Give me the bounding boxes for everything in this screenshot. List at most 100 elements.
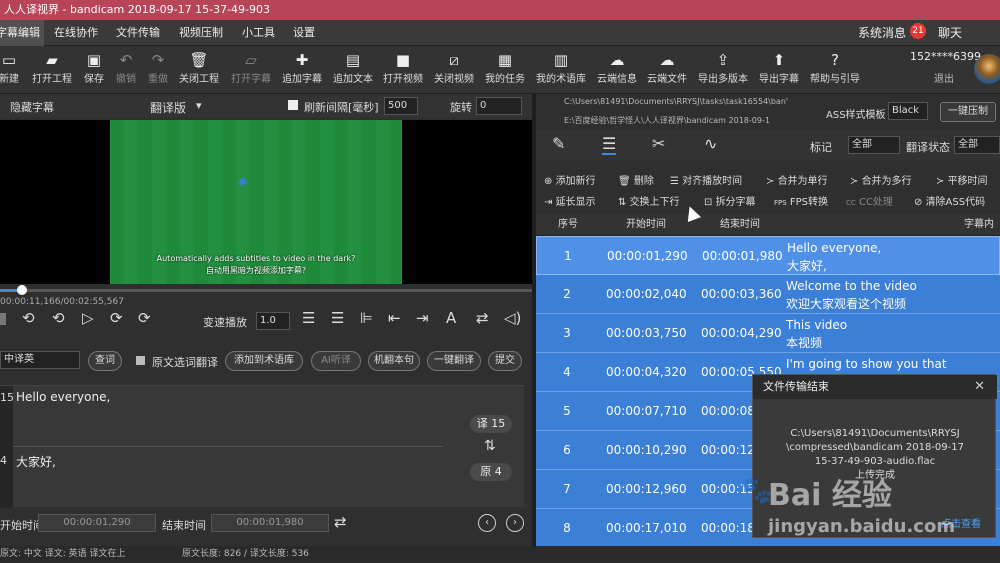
add-line-button[interactable]: ⊕ 添加新行 <box>544 172 596 187</box>
seek-handle[interactable] <box>17 285 27 295</box>
prev-icon[interactable]: ‹ <box>478 514 496 532</box>
clear-ass-button[interactable]: ⊘ 清除ASS代码 <box>914 193 985 208</box>
redo-button[interactable]: ↷ 重做 <box>144 50 172 90</box>
chat-button[interactable]: 聊天 <box>938 20 962 46</box>
undo-button[interactable]: ↶ 撤销 <box>112 50 140 90</box>
align-center-icon[interactable]: ☰ <box>331 309 344 327</box>
split-subtitle-button[interactable]: ⊡ 拆分字幕 <box>704 193 756 208</box>
translation-line-pill[interactable]: 译 15 <box>470 415 512 433</box>
swap-lines-button[interactable]: ⇅ 交换上下行 <box>618 193 680 208</box>
save-button[interactable]: ▣ 保存 <box>80 50 108 90</box>
shift-left-icon[interactable]: ⇤ <box>388 309 401 327</box>
help-button[interactable]: ? 帮助与引导 <box>809 50 861 90</box>
lookup-button[interactable]: 查词 <box>88 351 122 371</box>
original-line-pill[interactable]: 原 4 <box>470 463 512 481</box>
next-icon[interactable]: › <box>506 514 524 532</box>
align-time-button[interactable]: ☰ 对齐播放时间 <box>670 172 742 187</box>
seek-bar[interactable] <box>0 285 532 295</box>
forward-icon[interactable]: ⟳ <box>110 309 123 327</box>
cc-process-button[interactable]: CC CC处理 <box>846 193 893 208</box>
hide-subtitles-label[interactable]: 隐藏字幕 <box>10 99 54 115</box>
submit-button[interactable]: 提交 <box>488 351 522 371</box>
forward-3s-icon[interactable]: ⟳ <box>138 309 151 327</box>
extend-display-button[interactable]: ⇥ 延长显示 <box>544 193 596 208</box>
refresh-interval-input[interactable]: 500 <box>384 97 418 115</box>
align-top-icon[interactable]: ☰ <box>302 309 315 327</box>
shift-right-icon[interactable]: ⇥ <box>416 309 429 327</box>
machine-translate-button[interactable]: 机翻本句 <box>368 351 420 371</box>
align-left-icon[interactable]: ⊫ <box>360 309 373 327</box>
tools-icon[interactable]: ✂ <box>652 134 665 153</box>
menu-subtitle-edit[interactable]: 字幕编辑 <box>0 20 44 46</box>
play-icon[interactable]: ▷ <box>82 309 94 327</box>
rewind-icon[interactable]: ⟲ <box>52 309 65 327</box>
my-glossary-button[interactable]: ▥ 我的术语库 <box>535 50 587 90</box>
one-click-translate-button[interactable]: 一键翻译 <box>427 351 481 371</box>
edit-pencil-icon[interactable]: ✎ <box>552 134 565 153</box>
export-subtitle-button[interactable]: ⬆ 导出字幕 <box>757 50 801 90</box>
start-time-field[interactable]: 00:00:01,290 <box>38 514 156 532</box>
language-select[interactable]: 中译英 <box>0 351 80 369</box>
system-messages[interactable]: 系统消息 <box>858 20 906 46</box>
append-text-button[interactable]: ▤ 追加文本 <box>331 50 375 90</box>
my-tasks-button[interactable]: ▦ 我的任务 <box>484 50 526 90</box>
list-icon[interactable]: ☰ <box>602 134 617 155</box>
open-project-button[interactable]: ▰ 打开工程 <box>30 50 74 90</box>
waveform-icon[interactable]: ∿ <box>704 134 717 153</box>
cloud-files-button[interactable]: ☁ 云端文件 <box>645 50 689 90</box>
refresh-checkbox[interactable] <box>288 100 298 110</box>
table-row[interactable]: 1 00:00:01,290 00:00:01,980 Hello everyone,… <box>536 236 1000 275</box>
menu-file-transfer[interactable]: 文件传输 <box>116 20 160 46</box>
open-subtitle-button[interactable]: ▱ 打开字幕 <box>229 50 273 90</box>
translation-text[interactable]: Hello everyone, <box>16 390 110 404</box>
video-preview[interactable]: ◆ Automatically adds subtitles to video … <box>0 120 532 284</box>
close-video-button[interactable]: ⧄ 关闭视频 <box>432 50 476 90</box>
swap-time-icon[interactable]: ⇄ <box>334 513 347 531</box>
table-row[interactable]: 2 00:00:02,040 00:00:03,360 Welcome to the … <box>536 275 1000 314</box>
export-multi-version-button[interactable]: ⇪ 导出多版本 <box>697 50 749 90</box>
menu-video-compress[interactable]: 视频压制 <box>179 20 223 46</box>
menu-settings[interactable]: 设置 <box>293 20 315 46</box>
end-time-field[interactable]: 00:00:01,980 <box>211 514 329 532</box>
rotate-select[interactable]: 0 <box>476 97 522 115</box>
column-seq[interactable]: 序号 <box>558 214 578 236</box>
volume-icon[interactable]: ◁) <box>504 309 521 327</box>
subtitle-editor[interactable]: 15 Hello everyone, 4 大家好, 译 15 ⇅ 原 4 <box>0 385 524 508</box>
append-subtitle-button[interactable]: ✚ 追加字幕 <box>280 50 324 90</box>
new-button[interactable]: ▭ 新建 <box>0 50 24 90</box>
avatar[interactable] <box>974 54 1000 84</box>
watermark-main: Bai 经验 <box>768 478 892 513</box>
merge-multi-button[interactable]: ≻ 合并为多行 <box>850 172 912 187</box>
close-icon[interactable]: ✕ <box>974 375 985 399</box>
selection-translate-checkbox[interactable] <box>136 356 145 365</box>
shift-time-button[interactable]: ≻ 平移时间 <box>936 172 988 187</box>
add-term-button[interactable]: 添加到术语库 <box>225 351 303 371</box>
original-text[interactable]: 大家好, <box>16 453 56 470</box>
fps-convert-button[interactable]: FPS FPS转换 <box>774 193 828 208</box>
column-end[interactable]: 结束时间 <box>720 214 760 236</box>
undo-icon: ↶ <box>119 51 133 69</box>
logout-link[interactable]: 退出 <box>934 70 954 85</box>
menu-tools[interactable]: 小工具 <box>242 20 275 46</box>
table-row[interactable]: 3 00:00:03,750 00:00:04,290 This video 本视频 <box>536 314 1000 353</box>
swap-icon[interactable]: ⇄ <box>476 309 489 327</box>
version-dropdown[interactable]: 翻译版 <box>150 99 186 116</box>
cloud-info-button[interactable]: ☁ 云端信息 <box>595 50 639 90</box>
row-start-time: 00:00:12,960 <box>606 482 687 496</box>
stop-icon[interactable] <box>0 313 6 325</box>
close-project-button[interactable]: 🗑 关闭工程 <box>177 50 221 90</box>
mark-select[interactable]: 全部 <box>848 136 900 154</box>
column-start[interactable]: 开始时间 <box>626 214 666 236</box>
speed-select[interactable]: 1.0 <box>256 312 290 330</box>
compress-button[interactable]: 一键压制 <box>940 102 996 122</box>
merge-single-button[interactable]: ≻ 合并为单行 <box>766 172 828 187</box>
ai-listen-button[interactable]: AI听译 <box>311 351 361 371</box>
ass-template-select[interactable]: Black <box>888 102 928 120</box>
swap-lines-icon[interactable]: ⇅ <box>484 438 496 454</box>
menu-online-collab[interactable]: 在线协作 <box>54 20 98 46</box>
open-video-button[interactable]: ■ 打开视频 <box>381 50 425 90</box>
font-size-icon[interactable]: A <box>446 309 456 327</box>
rewind-3s-icon[interactable]: ⟲ <box>22 309 35 327</box>
translation-state-select[interactable]: 全部 <box>954 136 1000 154</box>
delete-button[interactable]: 🗑 删除 <box>618 172 654 187</box>
